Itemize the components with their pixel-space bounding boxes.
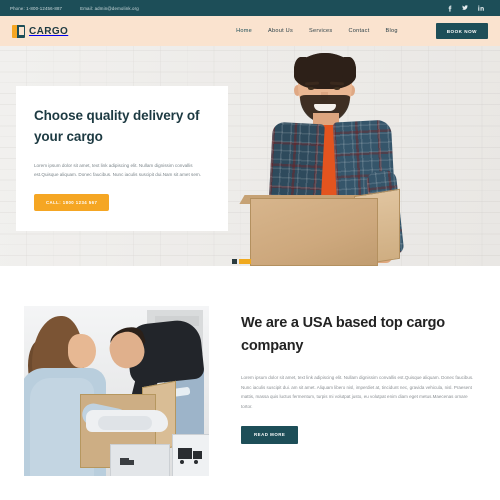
twitter-icon[interactable] (462, 5, 468, 12)
truck-icon-small (120, 458, 134, 467)
nav-item-home[interactable]: Home (236, 28, 252, 34)
about-paragraph: Lorem ipsum dolor sit amet, text link ad… (241, 374, 474, 409)
hero-heading: Choose quality delivery of your cargo (34, 108, 200, 144)
carousel-dot-2-active[interactable] (238, 259, 251, 264)
facebook-icon[interactable] (446, 5, 452, 12)
social-links (446, 5, 490, 12)
nav-item-blog[interactable]: Blog (386, 28, 398, 34)
phone-text: Phone: 1-800-12456-887 (10, 5, 63, 11)
read-more-button[interactable]: READ MORE (241, 425, 299, 444)
hero-paragraph: Lorem ipsum dolor sit amet, text link ad… (34, 162, 201, 178)
about-content: We are a USA based top cargo company Lor… (241, 306, 476, 476)
site-header: CARGO Home About Us Services Contact Blo… (0, 16, 500, 46)
main-navigation: Home About Us Services Contact Blog BOOK… (236, 23, 488, 39)
carousel-indicators (232, 259, 251, 264)
topbar-contact-group: Phone: 1-800-12456-887 Email: admin@demo… (10, 6, 139, 11)
nav-item-about-us[interactable]: About Us (268, 28, 293, 34)
hero-section: Choose quality delivery of your cargo Lo… (0, 46, 500, 266)
email-text: Email: admin@demolink.org (80, 5, 139, 11)
hero-call-button[interactable]: CALL: 1800 1234 567 (34, 193, 110, 211)
about-image (24, 306, 209, 476)
book-now-button[interactable]: BOOK NOW (435, 23, 488, 39)
logo[interactable]: CARGO (12, 24, 69, 38)
top-bar: Phone: 1-800-12456-887 Email: admin@demo… (0, 0, 500, 16)
hero-text-card: Choose quality delivery of your cargo Lo… (16, 86, 228, 231)
linkedin-icon[interactable] (478, 5, 484, 12)
cargo-box-logo-icon (12, 24, 25, 38)
carousel-dot-1[interactable] (232, 259, 237, 264)
nav-item-contact[interactable]: Contact (348, 28, 369, 34)
delivery-man-photo (239, 51, 415, 266)
about-heading: We are a USA based top cargo company (241, 315, 445, 355)
truck-icon (178, 448, 202, 464)
about-section: We are a USA based top cargo company Lor… (0, 266, 500, 476)
logo-text: CARGO (29, 25, 69, 37)
nav-item-services[interactable]: Services (309, 28, 332, 34)
